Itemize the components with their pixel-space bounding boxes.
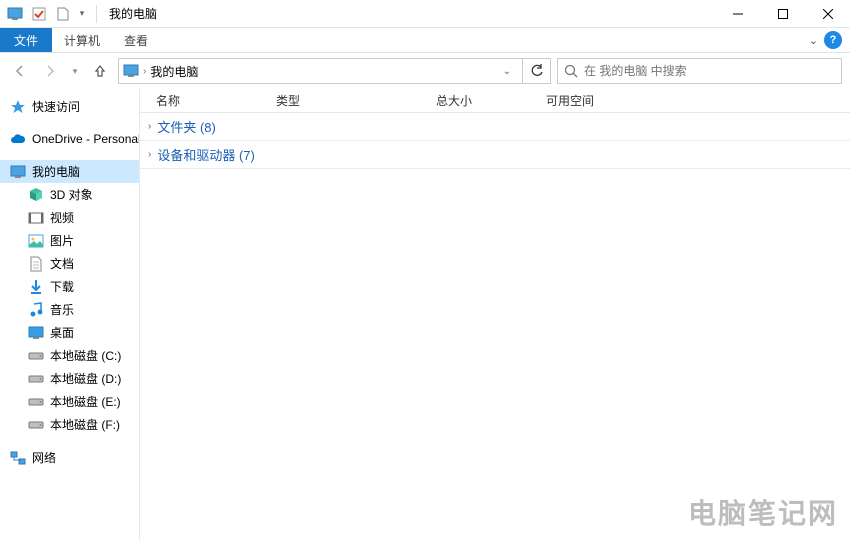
sidebar-item-label: 下载 bbox=[50, 278, 74, 295]
group-header[interactable]: › 设备和驱动器 (7) bbox=[140, 141, 850, 169]
column-header[interactable]: 总大小 bbox=[420, 92, 530, 109]
sidebar-item-label: 本地磁盘 (F:) bbox=[50, 416, 120, 433]
sidebar-item-quick-access[interactable]: 快速访问 bbox=[0, 95, 139, 118]
maximize-button[interactable] bbox=[760, 0, 805, 28]
cube-icon bbox=[28, 187, 44, 203]
quick-access-toolbar: ▾ bbox=[0, 3, 92, 25]
address-dropdown-icon[interactable]: ⌄ bbox=[496, 66, 518, 77]
qat-file-icon[interactable] bbox=[52, 3, 74, 25]
group-header[interactable]: › 文件夹 (8) bbox=[140, 113, 850, 141]
sidebar-item[interactable]: 文档 bbox=[0, 252, 139, 275]
ribbon: 文件 计算机 查看 ⌄ ? bbox=[0, 28, 850, 53]
sidebar-item[interactable]: 音乐 bbox=[0, 298, 139, 321]
sidebar-item-this-pc[interactable]: 我的电脑 bbox=[0, 160, 139, 183]
sidebar-item[interactable]: 下载 bbox=[0, 275, 139, 298]
body: 快速访问 OneDrive - Personal 我的电脑 3D 对象视频图片文… bbox=[0, 89, 850, 540]
column-header[interactable]: 名称 bbox=[140, 92, 260, 109]
drive-icon bbox=[28, 417, 44, 433]
tab-view[interactable]: 查看 bbox=[112, 28, 160, 52]
sidebar-item-label: 本地磁盘 (C:) bbox=[50, 347, 121, 364]
sidebar-item-label: OneDrive - Personal bbox=[32, 132, 140, 146]
divider bbox=[96, 5, 97, 23]
sidebar-item-label: 快速访问 bbox=[32, 98, 80, 115]
sidebar-item[interactable]: 桌面 bbox=[0, 321, 139, 344]
sidebar-item[interactable]: 图片 bbox=[0, 229, 139, 252]
sidebar-item-label: 图片 bbox=[50, 232, 74, 249]
document-icon bbox=[28, 256, 44, 272]
refresh-button[interactable] bbox=[523, 58, 551, 84]
window-controls bbox=[715, 0, 850, 28]
chevron-right-icon: › bbox=[148, 121, 151, 132]
recent-dropdown[interactable]: ▾ bbox=[68, 59, 82, 83]
sidebar-item-label: 我的电脑 bbox=[32, 163, 80, 180]
column-headers[interactable]: 名称类型总大小可用空间 bbox=[140, 89, 850, 113]
sidebar-item-label: 文档 bbox=[50, 255, 74, 272]
group-label: 设备和驱动器 (7) bbox=[157, 145, 255, 164]
close-button[interactable] bbox=[805, 0, 850, 28]
sidebar-item-label: 音乐 bbox=[50, 301, 74, 318]
star-icon bbox=[10, 99, 26, 115]
sidebar-item-label: 桌面 bbox=[50, 324, 74, 341]
content-pane: 名称类型总大小可用空间 › 文件夹 (8) › 设备和驱动器 (7) bbox=[140, 89, 850, 540]
sidebar-item[interactable]: 本地磁盘 (F:) bbox=[0, 413, 139, 436]
breadcrumb-separator: › bbox=[143, 66, 146, 77]
sidebar-item-label: 视频 bbox=[50, 209, 74, 226]
network-icon bbox=[10, 450, 26, 466]
help-button[interactable]: ? bbox=[824, 31, 842, 49]
sidebar-item-label: 3D 对象 bbox=[50, 186, 93, 203]
titlebar: ▾ 我的电脑 bbox=[0, 0, 850, 28]
qat-checkbox-icon[interactable] bbox=[28, 3, 50, 25]
sidebar-item-label: 网络 bbox=[32, 449, 56, 466]
download-icon bbox=[28, 279, 44, 295]
search-icon bbox=[564, 64, 578, 78]
video-icon bbox=[28, 210, 44, 226]
group-label: 文件夹 (8) bbox=[157, 117, 216, 136]
sidebar-item-label: 本地磁盘 (E:) bbox=[50, 393, 121, 410]
breadcrumb[interactable]: 我的电脑 bbox=[150, 63, 198, 80]
expand-ribbon-icon[interactable]: ⌄ bbox=[809, 34, 818, 47]
search-box[interactable] bbox=[557, 58, 842, 84]
cloud-icon bbox=[10, 131, 26, 147]
back-button[interactable] bbox=[8, 59, 32, 83]
sidebar-item[interactable]: 本地磁盘 (C:) bbox=[0, 344, 139, 367]
desktop-icon bbox=[28, 325, 44, 341]
app-icon[interactable] bbox=[4, 3, 26, 25]
sidebar-item-network[interactable]: 网络 bbox=[0, 446, 139, 469]
column-header[interactable]: 类型 bbox=[260, 92, 420, 109]
window-title: 我的电脑 bbox=[109, 5, 157, 22]
search-input[interactable] bbox=[584, 64, 835, 78]
monitor-icon bbox=[123, 64, 139, 78]
music-icon bbox=[28, 302, 44, 318]
navigation-pane[interactable]: 快速访问 OneDrive - Personal 我的电脑 3D 对象视频图片文… bbox=[0, 89, 140, 540]
chevron-right-icon: › bbox=[148, 149, 151, 160]
file-tab[interactable]: 文件 bbox=[0, 28, 52, 52]
tab-computer[interactable]: 计算机 bbox=[52, 28, 112, 52]
sidebar-item-onedrive[interactable]: OneDrive - Personal bbox=[0, 128, 139, 150]
sidebar-item[interactable]: 视频 bbox=[0, 206, 139, 229]
up-button[interactable] bbox=[88, 59, 112, 83]
sidebar-item-label: 本地磁盘 (D:) bbox=[50, 370, 121, 387]
drive-icon bbox=[28, 394, 44, 410]
drive-icon bbox=[28, 348, 44, 364]
minimize-button[interactable] bbox=[715, 0, 760, 28]
column-header[interactable]: 可用空间 bbox=[530, 92, 650, 109]
sidebar-item[interactable]: 本地磁盘 (D:) bbox=[0, 367, 139, 390]
drive-icon bbox=[28, 371, 44, 387]
monitor-icon bbox=[10, 164, 26, 180]
qat-dropdown-icon[interactable]: ▾ bbox=[76, 3, 88, 25]
sidebar-item[interactable]: 3D 对象 bbox=[0, 183, 139, 206]
sidebar-item[interactable]: 本地磁盘 (E:) bbox=[0, 390, 139, 413]
address-bar[interactable]: › 我的电脑 ⌄ bbox=[118, 58, 523, 84]
address-toolbar: ▾ › 我的电脑 ⌄ bbox=[0, 53, 850, 89]
picture-icon bbox=[28, 233, 44, 249]
forward-button[interactable] bbox=[38, 59, 62, 83]
